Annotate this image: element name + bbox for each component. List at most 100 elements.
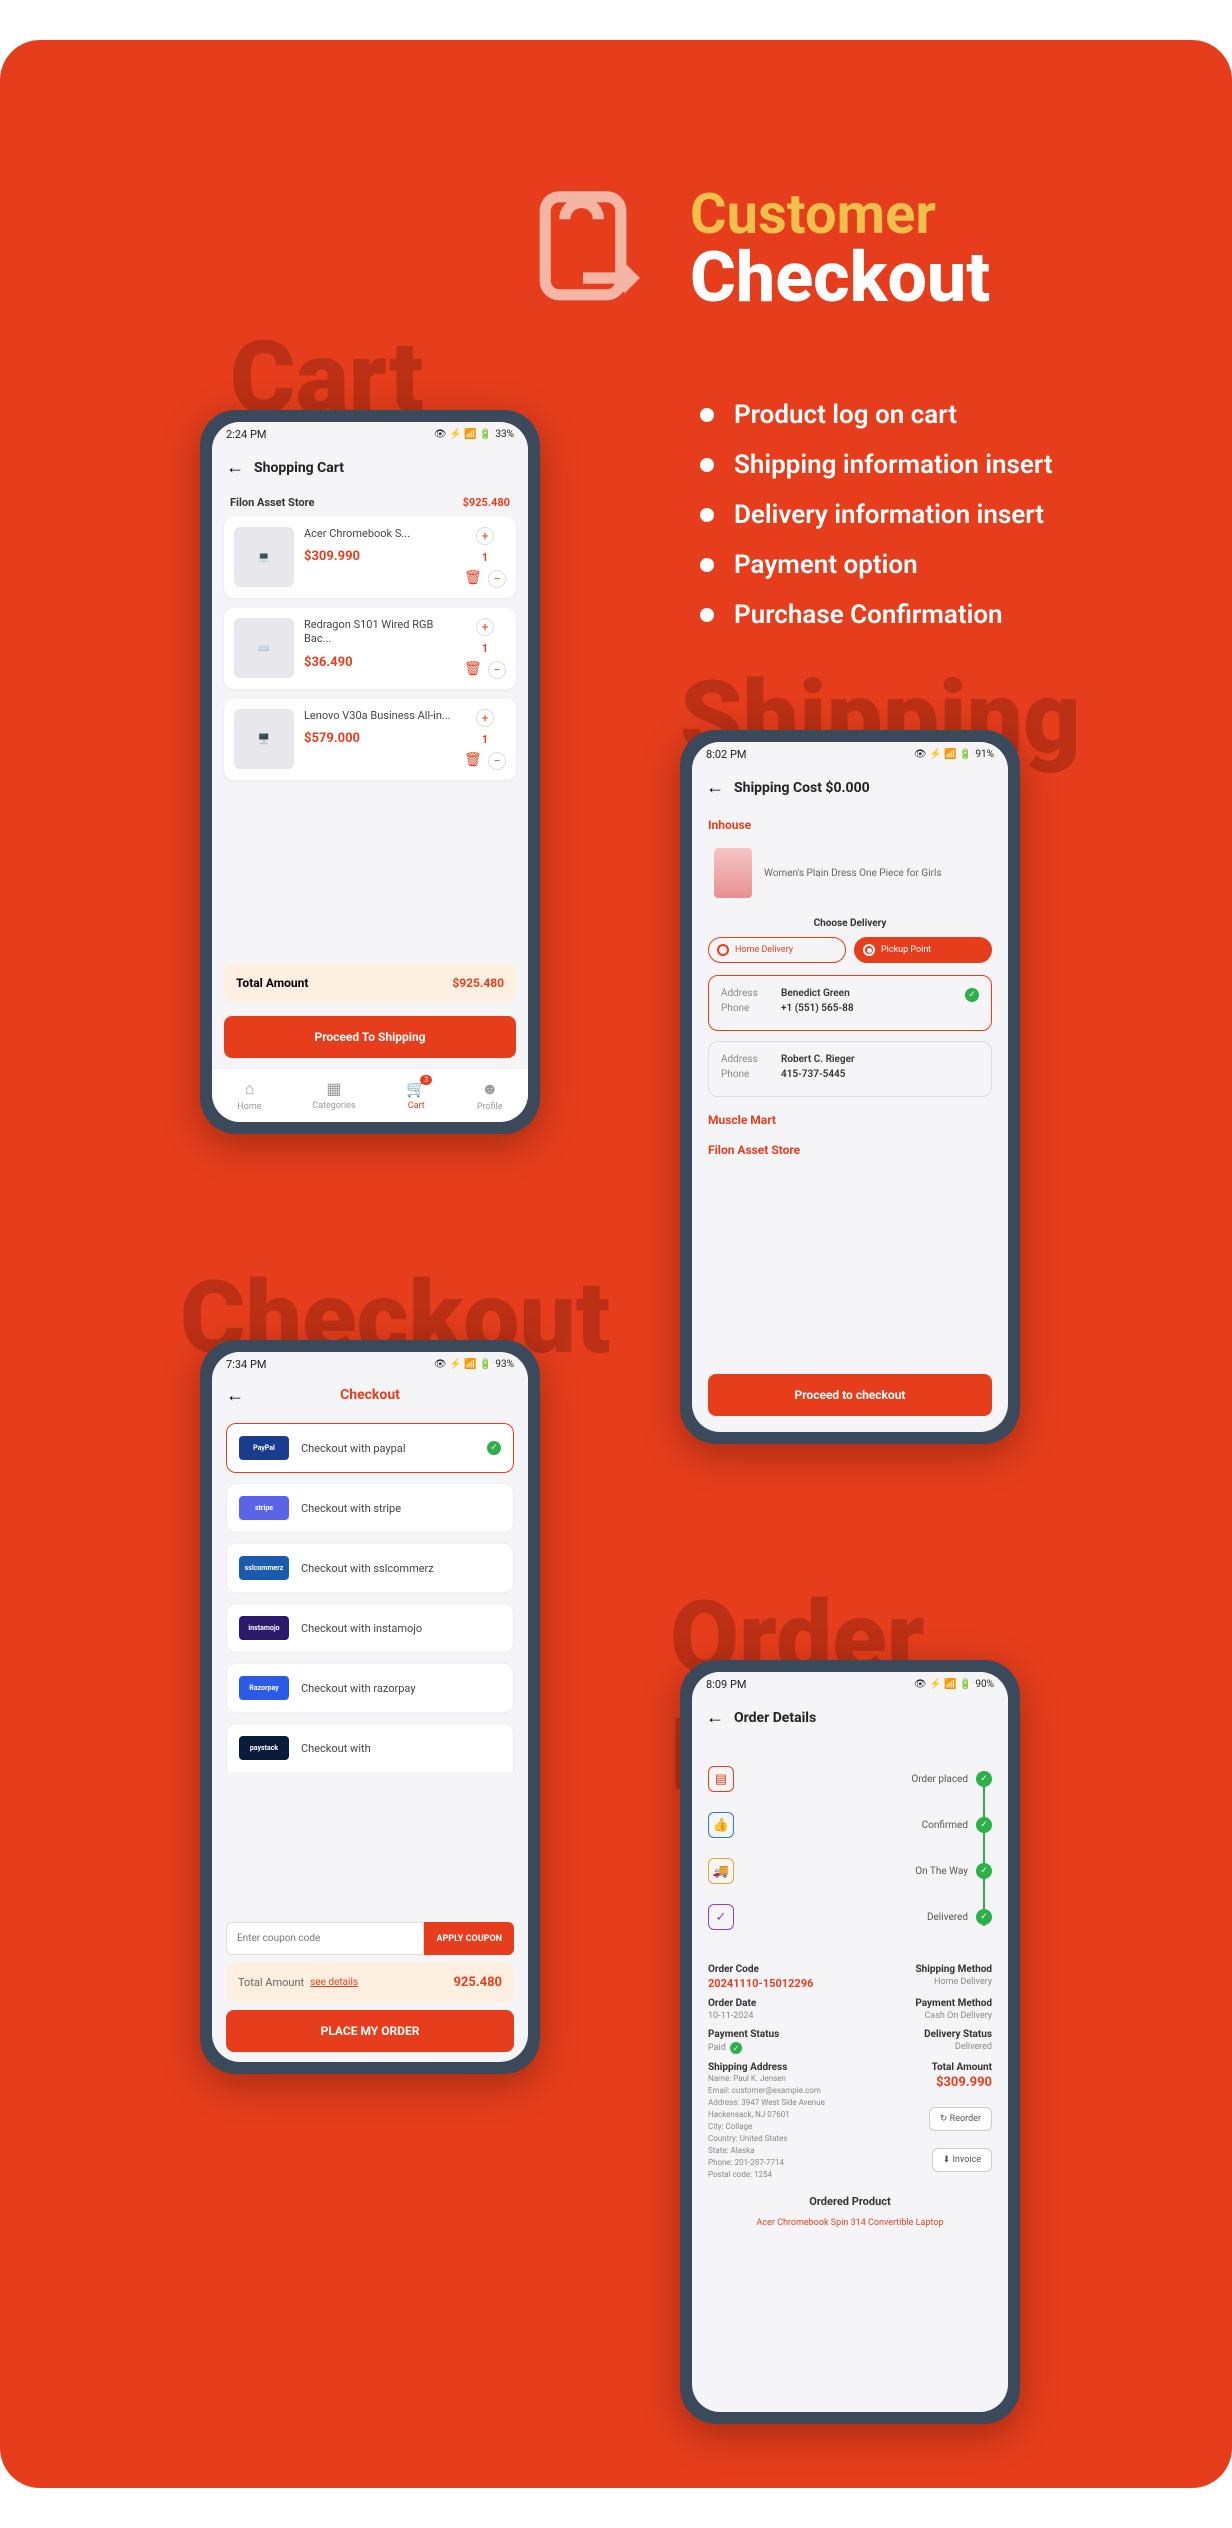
product-price: $579.000	[304, 731, 454, 746]
qty-plus-button[interactable]: +	[476, 527, 494, 545]
nav-cart[interactable]: 🛒3Cart	[406, 1079, 426, 1112]
back-icon[interactable]: ←	[706, 1707, 724, 1728]
pickup-point-option[interactable]: Pickup Point	[854, 937, 992, 963]
promo-canvas: Customer Checkout Product log on cart Sh…	[0, 40, 1232, 2488]
payment-method: Cash On Delivery	[856, 2011, 992, 2021]
ordered-product-name: Acer Chromebook Spin 314 Convertible Lap…	[708, 2218, 992, 2228]
page-title: Shopping Cart	[254, 460, 344, 476]
address-phone: 415-737-5445	[781, 1069, 845, 1080]
qty-plus-button[interactable]: +	[476, 709, 494, 727]
product-name: Women's Plain Dress One Piece for Girls	[764, 867, 942, 880]
total-amount: $309.990	[856, 2075, 992, 2090]
order-date: 10-11-2024	[708, 2011, 844, 2021]
proceed-checkout-button[interactable]: Proceed to checkout	[708, 1374, 992, 1416]
product-price: $36.490	[304, 655, 454, 670]
address-card[interactable]: AddressBenedict Green Phone+1 (551) 565-…	[708, 975, 992, 1031]
feature-list: Product log on cart Shipping information…	[700, 390, 1053, 640]
total-row: Total Amount see details 925.480	[226, 1963, 514, 2002]
address-phone: +1 (551) 565-88	[781, 1003, 854, 1014]
payment-method-paystack[interactable]: paystack Checkout with	[226, 1723, 514, 1772]
nav-categories[interactable]: ▦Categories	[312, 1079, 355, 1112]
product-name: Acer Chromebook S...	[304, 527, 454, 541]
store-header: Filon Asset Store $925.480	[212, 488, 528, 517]
order-placed-icon: ▤	[708, 1766, 734, 1792]
section-header: Muscle Mart	[708, 1113, 992, 1127]
status-icons: 👁 ⚡ 📶 🔋 33%	[434, 429, 514, 440]
statusbar: 8:09 PM 👁 ⚡ 📶 🔋 90%	[692, 1672, 1008, 1697]
home-icon: ⌂	[245, 1079, 255, 1099]
reorder-button[interactable]: ↻ Reorder	[929, 2107, 992, 2131]
shipping-address: Name: Paul K. Jensen Email: customer@exa…	[708, 2073, 844, 2181]
delivered-icon: ✓	[708, 1904, 734, 1930]
status-time: 8:02 PM	[706, 748, 746, 761]
statusbar: 8:02 PM 👁 ⚡ 📶 🔋 91%	[692, 742, 1008, 767]
payment-method-paypal[interactable]: PayPal Checkout with paypal ✓	[226, 1423, 514, 1473]
qty-value: 1	[482, 733, 488, 746]
stripe-logo: stripe	[239, 1496, 289, 1520]
check-icon: ✓	[976, 1863, 992, 1879]
cart-item: ⌨️ Redragon S101 Wired RGB Bac... $36.49…	[224, 608, 516, 689]
order-info-grid: Order Code20241110-15012296 Shipping Met…	[708, 1964, 992, 2181]
status-icons: 👁 ⚡ 📶 🔋 91%	[914, 749, 994, 760]
store-name: Filon Asset Store	[230, 496, 314, 509]
qty-minus-button[interactable]: −	[488, 570, 506, 588]
phone-shipping: 8:02 PM 👁 ⚡ 📶 🔋 91% ← Shipping Cost $0.0…	[680, 730, 1020, 1444]
shipping-method: Home Delivery	[856, 1977, 992, 1987]
product-image	[714, 848, 752, 898]
back-icon[interactable]: ←	[706, 777, 724, 798]
total-label: Total Amount	[238, 1976, 304, 1989]
check-icon: ✓	[976, 1771, 992, 1787]
check-icon: ✓	[965, 988, 979, 1002]
coupon-input[interactable]	[226, 1922, 424, 1955]
bottom-nav: ⌂Home ▦Categories 🛒3Cart ☻Profile	[212, 1068, 528, 1122]
product-image: 🖥️	[234, 709, 294, 769]
qty-plus-button[interactable]: +	[476, 618, 494, 636]
address-card[interactable]: AddressRobert C. Rieger Phone415-737-544…	[708, 1041, 992, 1097]
status-icons: 👁 ⚡ 📶 🔋 90%	[914, 1679, 994, 1690]
back-icon[interactable]: ←	[226, 1385, 244, 1406]
order-code: 20241110-15012296	[708, 1977, 844, 1990]
paypal-logo: PayPal	[239, 1436, 289, 1460]
check-icon: ✓	[730, 2042, 742, 2054]
feature-item: Payment option	[700, 540, 1053, 590]
status-time: 7:34 PM	[226, 1358, 266, 1371]
payment-method-sslcommerz[interactable]: sslcommerz Checkout with sslcommerz	[226, 1543, 514, 1593]
nav-profile[interactable]: ☻Profile	[477, 1079, 503, 1112]
radio-icon	[863, 944, 875, 956]
track-label: Delivered	[927, 1912, 968, 1923]
back-icon[interactable]: ←	[226, 457, 244, 478]
on-the-way-icon: 🚚	[708, 1858, 734, 1884]
phone-cart: 2:24 PM 👁 ⚡ 📶 🔋 33% ← Shopping Cart Filo…	[200, 410, 540, 1134]
section-header: Filon Asset Store	[708, 1143, 992, 1157]
cart-list: 💻 Acer Chromebook S... $309.990 + 1 🗑 −	[212, 517, 528, 956]
trash-icon[interactable]: 🗑	[464, 570, 482, 588]
cart-item: 🖥️ Lenovo V30a Business All-in... $579.0…	[224, 699, 516, 780]
page-title: Shipping Cost $0.000	[734, 780, 870, 796]
payment-method-razorpay[interactable]: Razorpay Checkout with razorpay	[226, 1663, 514, 1713]
instamojo-logo: instamojo	[239, 1616, 289, 1640]
razorpay-logo: Razorpay	[239, 1676, 289, 1700]
apply-coupon-button[interactable]: APPLY COUPON	[424, 1922, 514, 1955]
payment-method-instamojo[interactable]: instamojo Checkout with instamojo	[226, 1603, 514, 1653]
product-image: ⌨️	[234, 618, 294, 678]
sslcommerz-logo: sslcommerz	[239, 1556, 289, 1580]
product-price: $309.990	[304, 549, 454, 564]
proceed-shipping-button[interactable]: Proceed To Shipping	[224, 1016, 516, 1058]
cart-icon: 🛒3	[406, 1079, 426, 1098]
status-time: 2:24 PM	[226, 428, 266, 441]
qty-minus-button[interactable]: −	[488, 661, 506, 679]
radio-icon	[717, 944, 729, 956]
home-delivery-option[interactable]: Home Delivery	[708, 937, 846, 963]
invoice-button[interactable]: ⬇ Invoice	[932, 2148, 992, 2172]
place-order-button[interactable]: PLACE MY ORDER	[226, 2010, 514, 2052]
ordered-product-header: Ordered Product	[708, 2195, 992, 2208]
qty-minus-button[interactable]: −	[488, 752, 506, 770]
see-details-link[interactable]: see details	[310, 1977, 358, 1988]
nav-home[interactable]: ⌂Home	[237, 1079, 261, 1112]
payment-method-stripe[interactable]: stripe Checkout with stripe	[226, 1483, 514, 1533]
status-icons: 👁 ⚡ 📶 🔋 93%	[434, 1359, 514, 1370]
trash-icon[interactable]: 🗑	[464, 752, 482, 770]
trash-icon[interactable]: 🗑	[464, 661, 482, 679]
product-name: Redragon S101 Wired RGB Bac...	[304, 618, 454, 647]
feature-item: Purchase Confirmation	[700, 590, 1053, 640]
